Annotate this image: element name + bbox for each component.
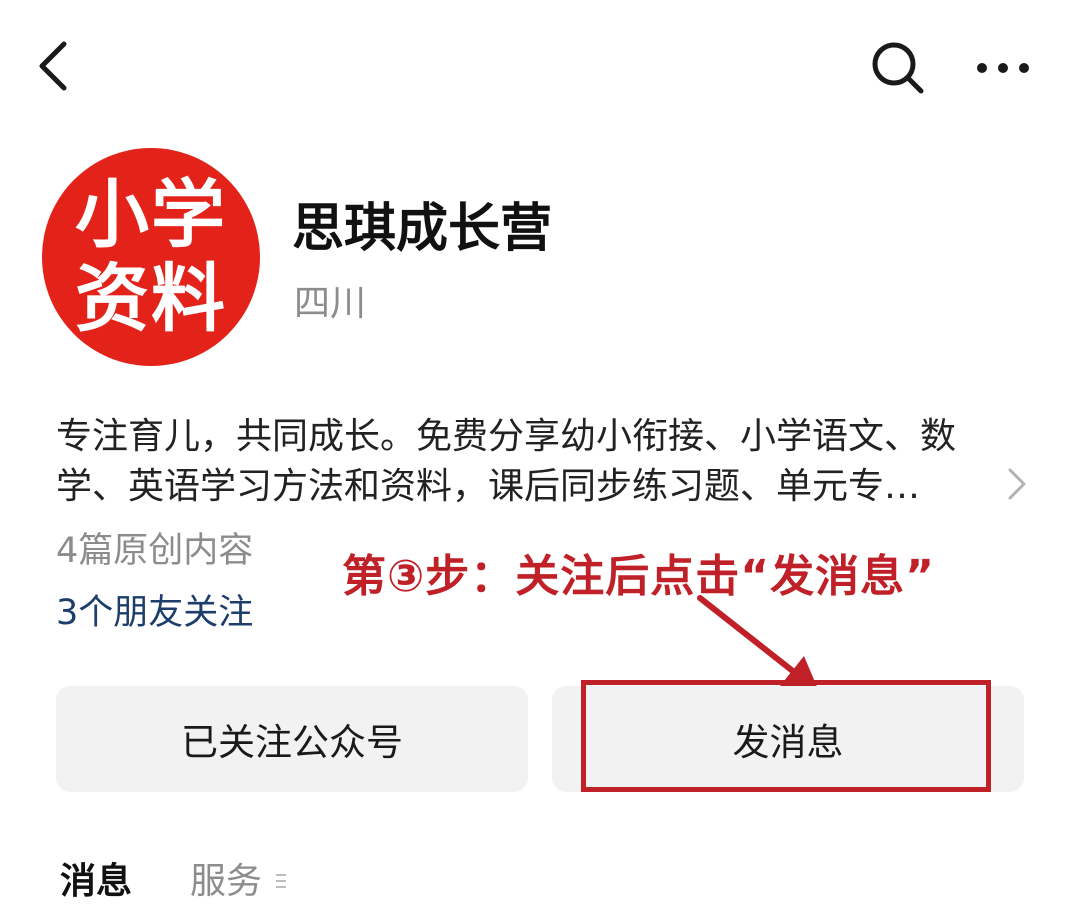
original-content-count: 4篇原创内容 bbox=[56, 531, 254, 571]
chevron-left-icon[interactable] bbox=[30, 38, 80, 94]
annotation-step-text: 第③步：关注后点击“发消息” bbox=[342, 551, 936, 602]
tab-services[interactable]: 服务 bbox=[190, 852, 262, 904]
avatar[interactable]: 小学 资料 bbox=[42, 148, 260, 366]
chevron-right-icon[interactable] bbox=[1002, 466, 1030, 502]
annotation-arrow-icon bbox=[697, 595, 820, 694]
avatar-text-line2: 资料 bbox=[75, 256, 227, 342]
account-name: 思琪成长营 bbox=[292, 199, 553, 259]
search-icon[interactable] bbox=[868, 38, 928, 98]
more-dots-icon[interactable] bbox=[970, 48, 1036, 88]
followed-account-button[interactable]: 已关注公众号 bbox=[56, 686, 528, 792]
friends-following-link[interactable]: 3个朋友关注 bbox=[56, 584, 253, 635]
menu-lines-icon bbox=[276, 874, 286, 888]
account-description[interactable]: 专注育儿，共同成长。免费分享幼小衔接、小学语文、数学、英语学习方法和资料，课后同… bbox=[56, 412, 1006, 512]
send-message-button[interactable]: 发消息 bbox=[552, 686, 1024, 792]
tab-messages[interactable]: 消息 bbox=[60, 852, 132, 904]
account-region: 四川 bbox=[294, 283, 367, 324]
avatar-text-line1: 小学 bbox=[75, 172, 227, 258]
